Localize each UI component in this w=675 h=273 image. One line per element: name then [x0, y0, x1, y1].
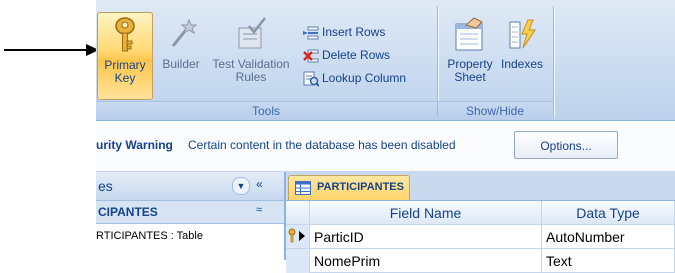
- delete-rows-icon: [303, 49, 319, 63]
- primary-key-row-icon: [288, 228, 305, 243]
- property-sheet-icon: [455, 17, 483, 51]
- field-name-cell[interactable]: ParticID: [310, 225, 542, 249]
- annotation-arrow-icon: [4, 44, 99, 56]
- field-name-column-header[interactable]: Field Name: [310, 201, 542, 225]
- key-icon: [115, 17, 135, 52]
- security-warning-title: urity Warning: [96, 138, 173, 152]
- dropdown-chevron-icon[interactable]: ▼: [232, 177, 250, 195]
- row-selector[interactable]: [286, 249, 310, 273]
- design-grid: Field Name Data Type ParticID AutoNumber…: [286, 200, 675, 273]
- primary-key-button[interactable]: Primary Key: [97, 12, 153, 100]
- delete-rows-label: Delete Rows: [322, 48, 391, 62]
- insert-rows-label: Insert Rows: [322, 25, 386, 39]
- tab-participantes[interactable]: PARTICIPANTES: [288, 175, 410, 200]
- insert-rows-icon: [303, 26, 319, 40]
- row-selector-header[interactable]: [286, 201, 310, 225]
- delete-rows-button[interactable]: Delete Rows: [303, 45, 390, 65]
- primary-key-label-2: Key: [114, 71, 136, 85]
- lookup-column-icon: [303, 71, 319, 87]
- property-sheet-label-2: Sheet: [454, 70, 486, 84]
- test-validation-label-2: Rules: [235, 70, 267, 84]
- builder-label: Builder: [162, 57, 200, 71]
- navigation-group-title: CIPANTES: [98, 205, 158, 219]
- builder-button[interactable]: Builder: [156, 12, 206, 100]
- collapse-pane-icon[interactable]: «: [256, 177, 263, 191]
- test-validation-icon: [238, 17, 266, 49]
- indexes-icon: [509, 19, 536, 49]
- tools-group-label: Tools: [96, 101, 436, 120]
- field-name-cell[interactable]: NomePrim: [310, 249, 542, 273]
- data-type-cell[interactable]: Text: [542, 249, 675, 273]
- lookup-column-label: Lookup Column: [322, 71, 407, 85]
- navigation-pane: es ▼ « CIPANTES ≈ RTICIPANTES : Table: [96, 172, 286, 260]
- insert-rows-button[interactable]: Insert Rows: [303, 22, 385, 42]
- navigation-group-header[interactable]: CIPANTES ≈: [96, 201, 284, 224]
- lookup-column-button[interactable]: Lookup Column: [303, 68, 406, 88]
- ribbon-group-separator: [553, 6, 554, 118]
- indexes-button[interactable]: Indexes: [497, 12, 547, 100]
- row-selector[interactable]: [286, 225, 310, 249]
- show-hide-group-label: Show/Hide: [438, 101, 552, 120]
- data-type-cell[interactable]: AutoNumber: [542, 225, 675, 249]
- security-warning-message: Certain content in the database has been…: [188, 138, 456, 152]
- tab-label: PARTICIPANTES: [317, 181, 404, 193]
- navigation-item-table[interactable]: RTICIPANTES : Table: [96, 230, 203, 242]
- document-area: PARTICIPANTES Field Name Data Type Parti…: [286, 172, 675, 273]
- navigation-pane-header[interactable]: es ▼ «: [96, 172, 284, 201]
- group-collapse-chevron-icon[interactable]: ≈: [256, 204, 262, 216]
- table-icon: [295, 181, 311, 195]
- builder-wand-icon: [171, 18, 197, 47]
- navigation-pane-title: es: [98, 178, 113, 194]
- indexes-label: Indexes: [500, 57, 544, 71]
- test-validation-rules-button[interactable]: Test Validation Rules: [206, 12, 296, 100]
- data-type-column-header[interactable]: Data Type: [542, 201, 675, 225]
- options-button[interactable]: Options...: [514, 131, 618, 159]
- security-warning-bar: urity Warning Certain content in the dat…: [96, 121, 675, 172]
- property-sheet-button[interactable]: Property Sheet: [444, 12, 496, 100]
